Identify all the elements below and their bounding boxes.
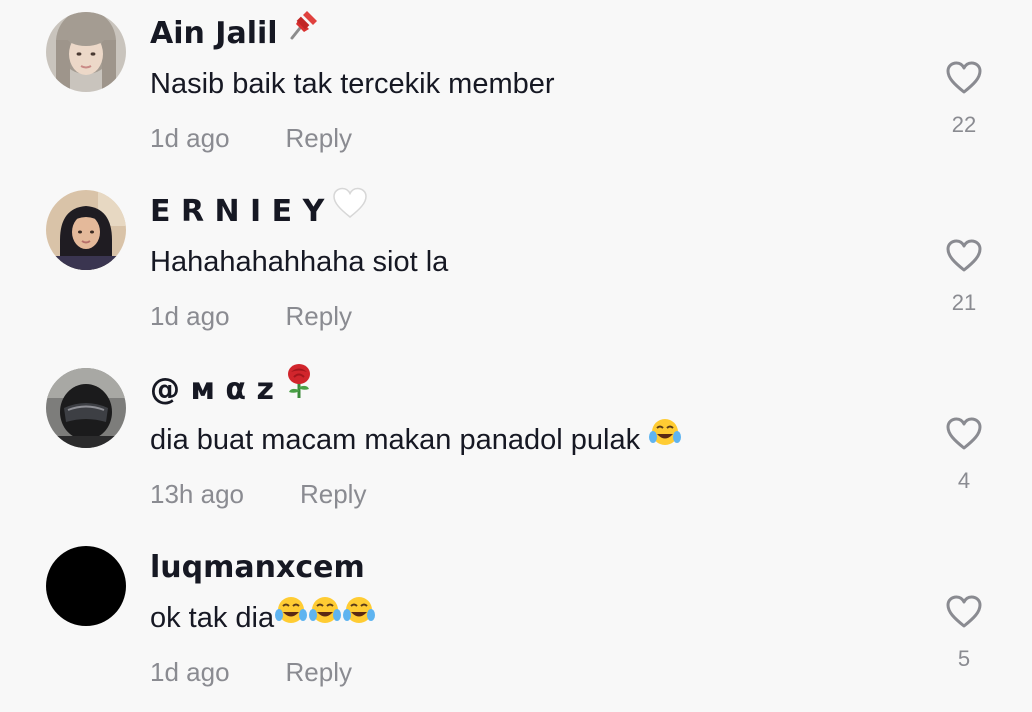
comment-body: Hahahahahhaha siot la: [150, 246, 449, 278]
username-text: @ м α z: [150, 372, 274, 407]
comment-meta: 1d ago Reply: [150, 296, 352, 336]
reply-button[interactable]: Reply: [300, 474, 366, 514]
avatar[interactable]: [46, 190, 126, 270]
comment-body: ok tak dia: [150, 602, 275, 634]
username-text: E R N I E Y: [150, 194, 325, 229]
comment-item: luqmanxcem ok tak dia 1d ago Reply 5: [0, 534, 1032, 712]
like-button[interactable]: 4: [930, 416, 998, 506]
timestamp: 1d ago: [150, 657, 230, 687]
heart-icon: [946, 417, 982, 450]
reply-button[interactable]: Reply: [286, 296, 352, 336]
avatar[interactable]: [46, 368, 126, 448]
like-count: 21: [951, 290, 977, 315]
comment-item: Ain Jalil Nasib baik tak tercekik member…: [0, 0, 1032, 178]
rose-icon: [282, 363, 316, 410]
like-button[interactable]: 5: [930, 594, 998, 684]
like-count: 5: [957, 646, 971, 671]
username[interactable]: Ain Jalil: [150, 11, 320, 54]
comment-list: Ain Jalil Nasib baik tak tercekik member…: [0, 0, 1032, 700]
comment-body: dia buat macam makan panadol pulak: [150, 424, 641, 456]
white-heart-icon: [332, 186, 368, 231]
heart-icon: [946, 595, 982, 628]
tears-of-joy-icon: [648, 417, 682, 460]
username-text: Ain Jalil: [150, 16, 278, 51]
reply-button[interactable]: Reply: [286, 118, 352, 158]
username[interactable]: E R N I E Y: [150, 187, 368, 232]
comment-item: E R N I E Y Hahahahahhaha siot la 1d ago…: [0, 178, 1032, 356]
comment-meta: 1d ago Reply: [150, 652, 352, 692]
username[interactable]: @ м α z: [150, 364, 316, 410]
heart-icon: [946, 239, 982, 272]
like-button[interactable]: 22: [930, 60, 998, 150]
avatar[interactable]: [46, 12, 126, 92]
reply-button[interactable]: Reply: [286, 652, 352, 692]
comment-body: Nasib baik tak tercekik member: [150, 68, 555, 100]
comment-text: Hahahahahhaha siot la: [150, 242, 448, 282]
timestamp: 1d ago: [150, 301, 230, 331]
comment-text: ok tak dia: [150, 595, 376, 638]
like-button[interactable]: 21: [930, 238, 998, 328]
comment-meta: 1d ago Reply: [150, 118, 352, 158]
comment-meta: 13h ago Reply: [150, 474, 366, 514]
tears-of-joy-icon: [342, 595, 376, 638]
username-text: luqmanxcem: [150, 550, 365, 585]
timestamp: 13h ago: [150, 479, 244, 509]
like-count: 4: [957, 468, 971, 493]
heart-icon: [946, 61, 982, 94]
tears-of-joy-icon: [308, 595, 342, 638]
avatar[interactable]: [46, 546, 126, 626]
like-count: 22: [951, 112, 977, 137]
comment-item: @ м α z dia buat macam makan panadol pul…: [0, 356, 1032, 534]
username[interactable]: luqmanxcem: [150, 548, 365, 588]
comment-text: Nasib baik tak tercekik member: [150, 64, 555, 104]
tears-of-joy-icon: [274, 595, 308, 638]
timestamp: 1d ago: [150, 123, 230, 153]
comment-text: dia buat macam makan panadol pulak: [150, 417, 682, 460]
pushpin-icon: [286, 8, 320, 53]
